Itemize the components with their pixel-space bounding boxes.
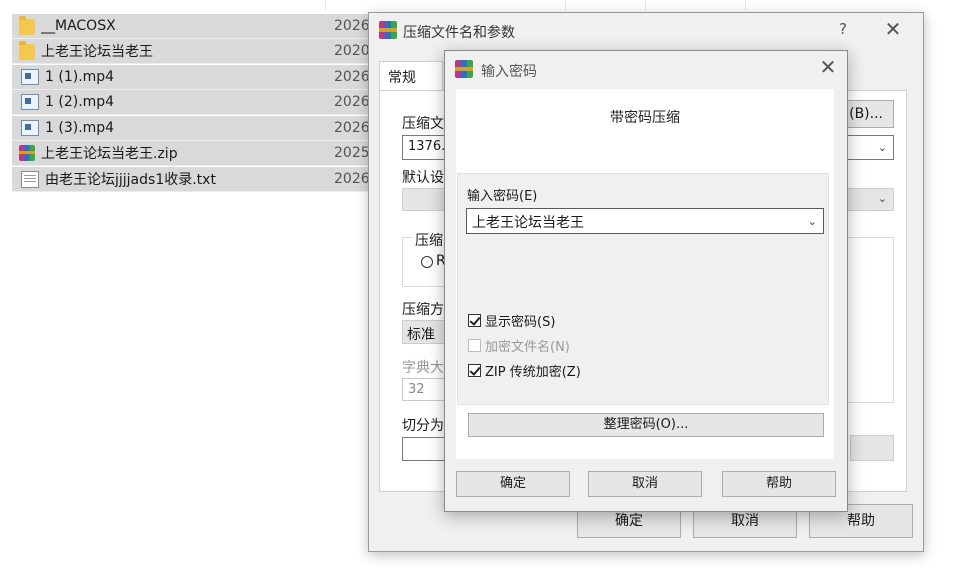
winrar-icon — [379, 21, 397, 39]
file-row[interactable]: 由老王论坛jjjjads1收录.txt 2026 — [12, 167, 370, 192]
show-password-checkbox[interactable]: 显示密码(S) — [468, 311, 555, 330]
password-input[interactable]: 上老王论坛当老王 ⌄ — [466, 208, 824, 234]
winrar-icon — [455, 60, 473, 78]
dialog-heading: 带密码压缩 — [610, 110, 680, 126]
chevron-down-icon: ⌄ — [877, 192, 887, 205]
chevron-down-icon: ⌄ — [877, 141, 887, 154]
password-label: 输入密码(E) — [467, 189, 538, 204]
password-dialog: 输入密码 ✕ 带密码压缩 输入密码(E) 上老王论坛当老王 ⌄ 显示密码(S) … — [444, 50, 848, 512]
file-date: 2020 — [334, 43, 370, 59]
dictionary-size-label: 字典大 — [402, 360, 444, 376]
file-name: 1 (3).mp4 — [45, 120, 115, 136]
video-file-icon — [21, 120, 39, 136]
tab-general[interactable]: 常规 — [379, 61, 443, 91]
winrar-archive-icon — [19, 145, 35, 161]
checkbox-unchecked-icon — [468, 339, 481, 352]
split-volumes-label: 切分为 — [402, 418, 444, 434]
folder-icon — [19, 16, 35, 35]
close-icon[interactable]: ✕ — [818, 55, 838, 79]
column-divider — [325, 0, 326, 10]
file-date: 2026 — [334, 69, 370, 85]
file-row[interactable]: 1 (3).mp4 2026 — [12, 116, 370, 141]
checkbox-checked-icon — [468, 364, 481, 377]
encrypt-filenames-checkbox[interactable]: 加密文件名(N) — [468, 336, 570, 355]
method-label: 压缩方 — [402, 302, 444, 318]
file-name: __MACOSX — [41, 18, 116, 34]
file-date: 2025 — [334, 145, 370, 161]
text-file-icon — [21, 170, 39, 188]
password-value: 上老王论坛当老王 — [472, 215, 584, 231]
file-name: 1 (1).mp4 — [45, 69, 115, 85]
file-name: 上老王论坛当老王.zip — [41, 146, 178, 162]
dialog-title: 压缩文件名和参数 — [403, 25, 515, 41]
file-row[interactable]: __MACOSX 2026 — [12, 14, 370, 39]
cancel-button[interactable]: 取消 — [588, 471, 702, 497]
default-profile-label: 默认设 — [402, 170, 444, 186]
file-row[interactable]: 1 (1).mp4 2026 — [12, 65, 370, 90]
column-divider — [645, 0, 646, 10]
column-divider — [565, 0, 566, 10]
organize-passwords-button[interactable]: 整理密码(O)... — [468, 413, 824, 437]
close-icon[interactable]: ✕ — [883, 17, 903, 41]
method-value: 标准 — [407, 327, 435, 343]
video-file-icon — [21, 69, 39, 85]
file-name: 由老王论坛jjjjads1收录.txt — [45, 172, 216, 188]
chevron-down-icon: ⌄ — [807, 215, 817, 228]
file-name: 1 (2).mp4 — [45, 94, 115, 110]
file-date: 2026 — [334, 171, 370, 187]
show-password-label: 显示密码(S) — [485, 315, 556, 330]
format-label: 压缩 — [413, 230, 445, 250]
zip-legacy-encryption-checkbox[interactable]: ZIP 传统加密(Z) — [468, 361, 581, 380]
help-button[interactable]: 帮助 — [722, 471, 836, 497]
help-icon[interactable]: ? — [835, 20, 851, 38]
dictionary-size-value: 32 — [408, 382, 425, 397]
folder-icon — [19, 41, 35, 60]
video-file-icon — [21, 94, 39, 110]
file-date: 2026 — [334, 18, 370, 34]
checkbox-checked-icon — [468, 314, 481, 327]
set-password-button-edge[interactable] — [850, 435, 894, 461]
zip-legacy-encryption-label: ZIP 传统加密(Z) — [485, 365, 581, 380]
format-radio[interactable] — [421, 256, 433, 268]
file-row[interactable]: 上老王论坛当老王 2020 — [12, 39, 370, 64]
column-divider — [745, 0, 746, 10]
file-row[interactable]: 上老王论坛当老王.zip 2025 — [12, 141, 370, 166]
archive-name-label: 压缩文 — [402, 116, 444, 132]
options-groupbox — [842, 237, 894, 403]
dialog-title: 输入密码 — [481, 64, 537, 80]
file-name: 上老王论坛当老王 — [41, 44, 153, 60]
file-date: 2026 — [334, 120, 370, 136]
encrypt-filenames-label: 加密文件名(N) — [485, 340, 570, 355]
ok-button[interactable]: 确定 — [456, 471, 570, 497]
file-row[interactable]: 1 (2).mp4 2026 — [12, 90, 370, 115]
file-date: 2026 — [334, 94, 370, 110]
